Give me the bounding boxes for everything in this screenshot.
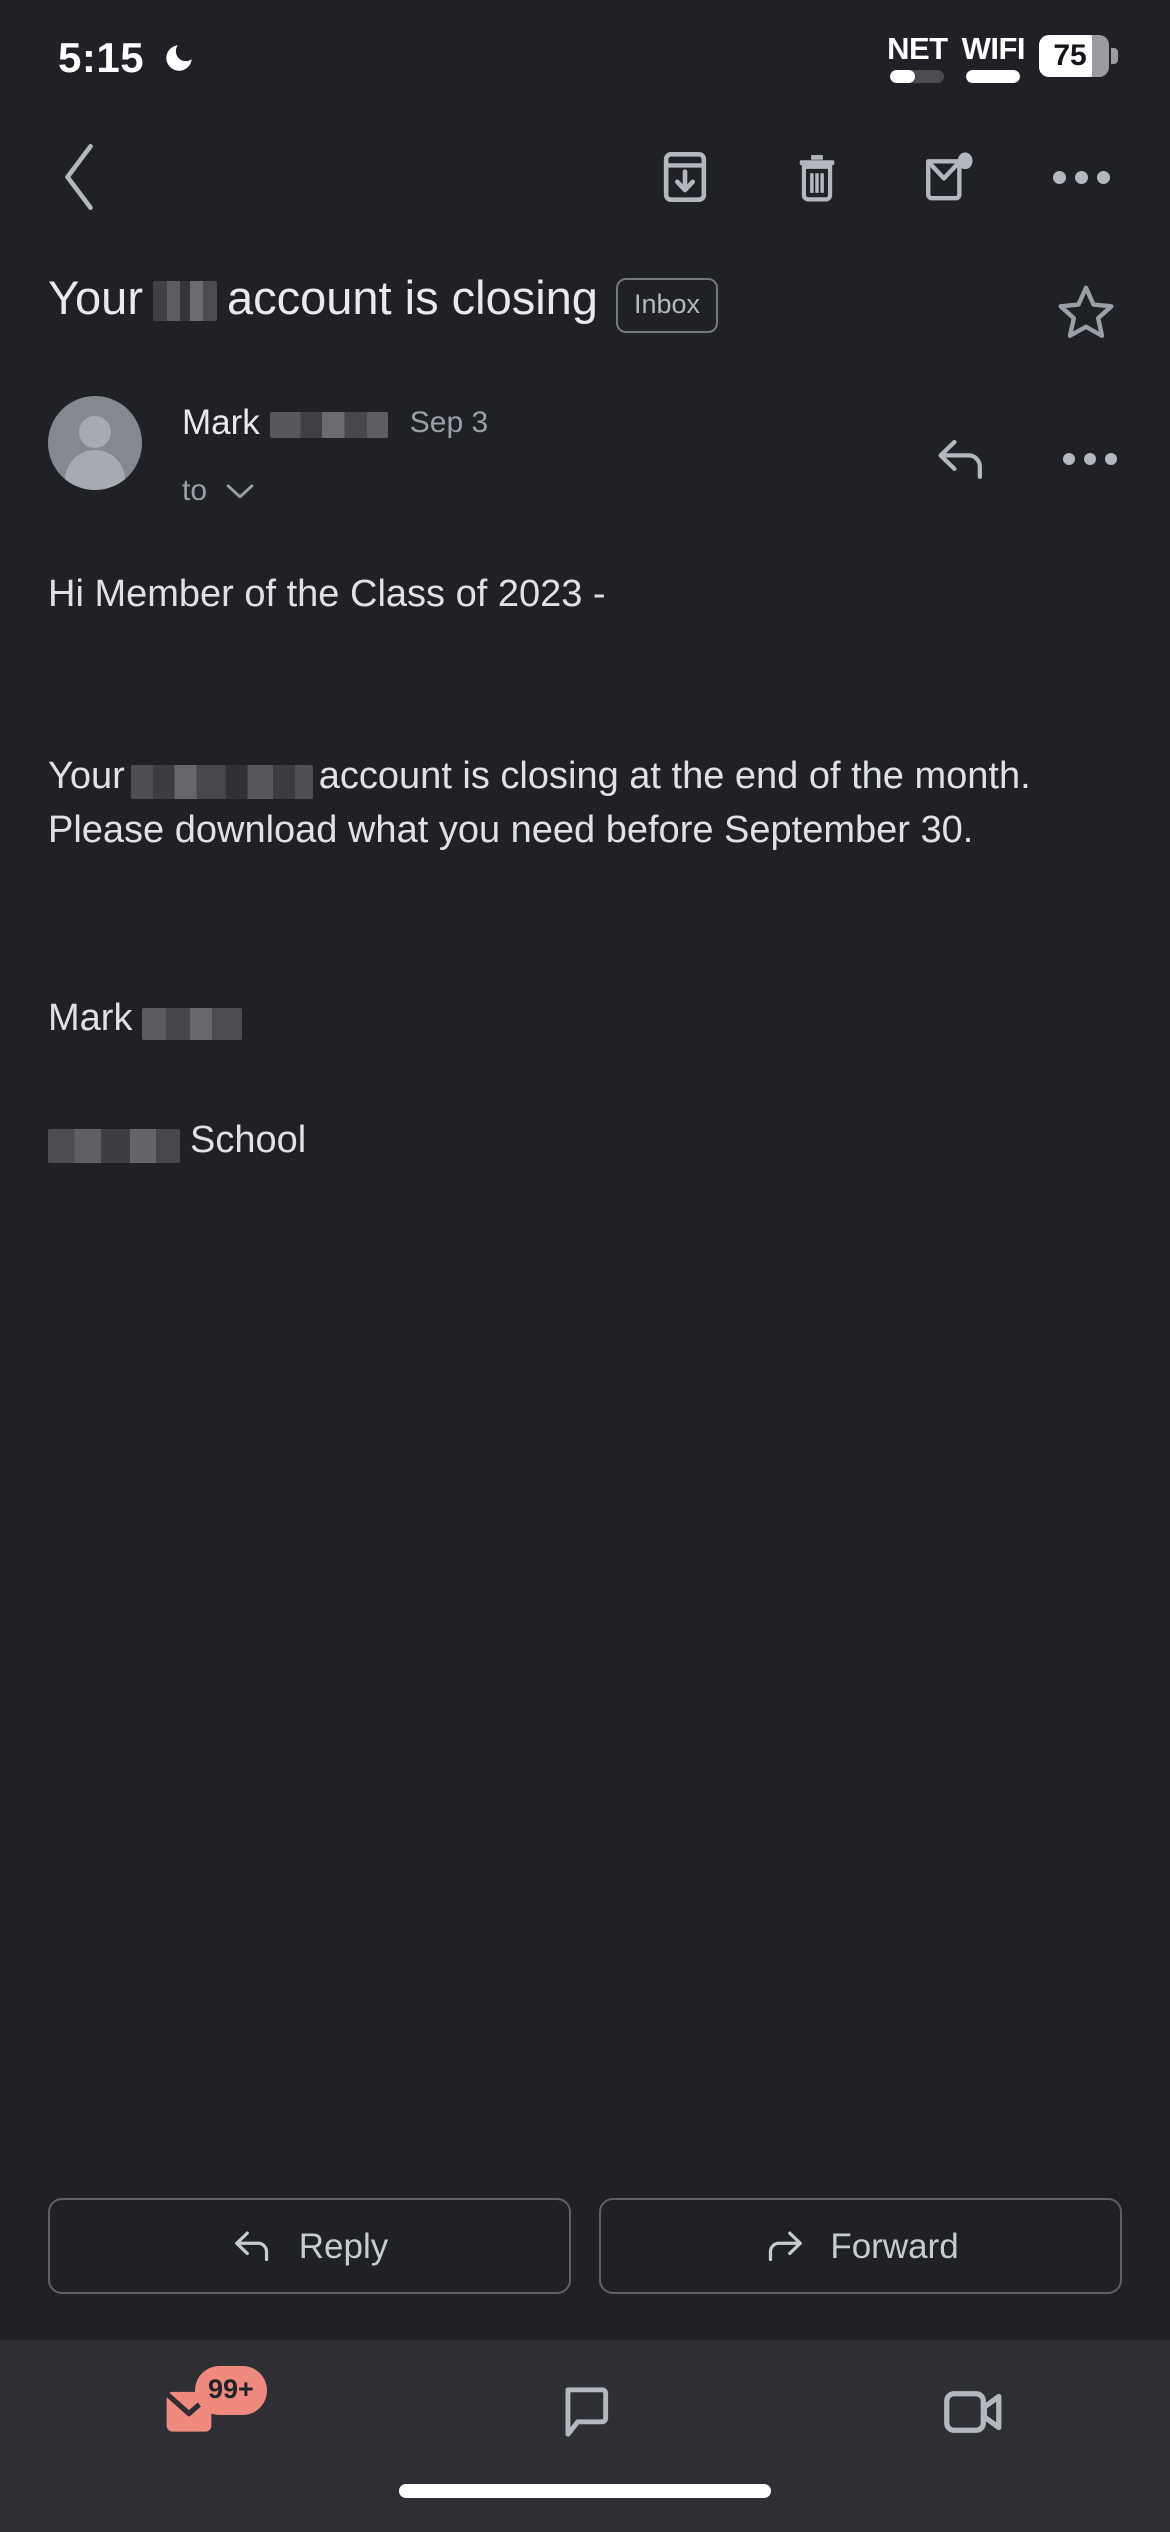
nav-item-mail[interactable]: 99+ [0,2340,390,2450]
subject-row: Your account is closing Inbox [0,238,1170,352]
forward-button-label: Forward [830,2226,959,2266]
redacted-block [130,764,313,799]
message-actions: Reply Forward [0,2198,1170,2340]
reply-button[interactable]: Reply [48,2198,571,2294]
redacted-signature-lastname [142,1007,243,1040]
redacted-school-name [48,1128,180,1163]
status-bar-clock: 5:15 [58,34,145,81]
network-signal-bar [890,70,945,83]
wifi-label: WIFI [961,31,1026,66]
nav-item-chat[interactable] [390,2340,780,2450]
bottom-navigation: 99+ [0,2340,1170,2532]
network-label: NET [887,31,948,66]
moon-icon [162,41,196,75]
email-toolbar [0,116,1170,238]
forward-button[interactable]: Forward [599,2198,1122,2294]
chevron-down-icon [226,484,254,499]
back-chevron-icon [65,144,93,210]
more-options-button[interactable] [1044,140,1118,214]
label-chip-inbox[interactable]: Inbox [615,278,719,333]
email-body: Hi Member of the Class of 2023 - Your acc… [0,508,1170,2198]
signature-name: Mark [48,996,133,1039]
nav-item-meet[interactable] [780,2340,1170,2450]
status-bar-left: 5:15 [58,37,196,79]
redacted-sender-lastname [269,412,388,438]
reply-arrow-icon [938,439,982,479]
sender-row: Mark Sep 3 to [0,352,1170,508]
back-button[interactable] [36,134,122,220]
avatar[interactable] [48,396,142,490]
body-greeting: Hi Member of the Class of 2023 - [48,573,606,615]
sender-name: Mark [182,403,260,442]
message-reply-button[interactable] [926,423,998,495]
video-camera-icon [944,2391,1002,2433]
default-avatar-icon [79,416,111,448]
more-options-icon [1063,453,1117,465]
body-paragraph-before: Your [48,754,125,797]
signature-org-suffix: School [190,1118,307,1161]
archive-icon [663,151,707,203]
star-button[interactable] [1046,272,1126,352]
body-paragraph: Your account is closing at the end of the… [48,750,1126,858]
reply-button-label: Reply [298,2226,389,2266]
mark-unread-icon [926,152,973,201]
delete-button[interactable] [780,140,854,214]
signature-name-line: Mark [48,992,1126,1046]
wifi-indicator: WIFI [961,31,1026,83]
recipients-toggle[interactable]: to [182,474,926,508]
wifi-signal-bar [966,70,1021,83]
signature-org-line: School [48,1114,1126,1168]
mail-badge: 99+ [195,2366,267,2415]
email-date: Sep 3 [409,406,489,439]
battery-indicator: 75 [1039,35,1118,77]
home-indicator[interactable] [399,2484,771,2498]
page-title: Your account is closing Inbox [48,264,1036,333]
forward-arrow-icon [769,2231,803,2262]
more-options-icon [1052,170,1110,184]
email-screen: 5:15 NET WIFI 75 Your account is closing… [0,0,1170,2532]
network-indicator: NET [887,33,948,83]
sender-details: Mark Sep 3 to [142,396,926,508]
battery-percent-label: 75 [1053,39,1087,72]
star-outline-icon [1058,285,1114,338]
status-bar-right: NET WIFI 75 [887,33,1118,83]
message-more-options-button[interactable] [1054,423,1126,495]
status-bar: 5:15 NET WIFI 75 [0,0,1170,116]
mark-unread-button[interactable] [912,140,986,214]
reply-arrow-icon [234,2231,268,2262]
subject-text-after: account is closing [226,271,598,325]
trash-icon [799,155,835,202]
chat-bubble-icon [565,2387,609,2437]
redacted-block [152,280,217,321]
subject-text-before: Your [48,271,143,325]
recipients-label: to [182,474,208,507]
archive-button[interactable] [648,140,722,214]
